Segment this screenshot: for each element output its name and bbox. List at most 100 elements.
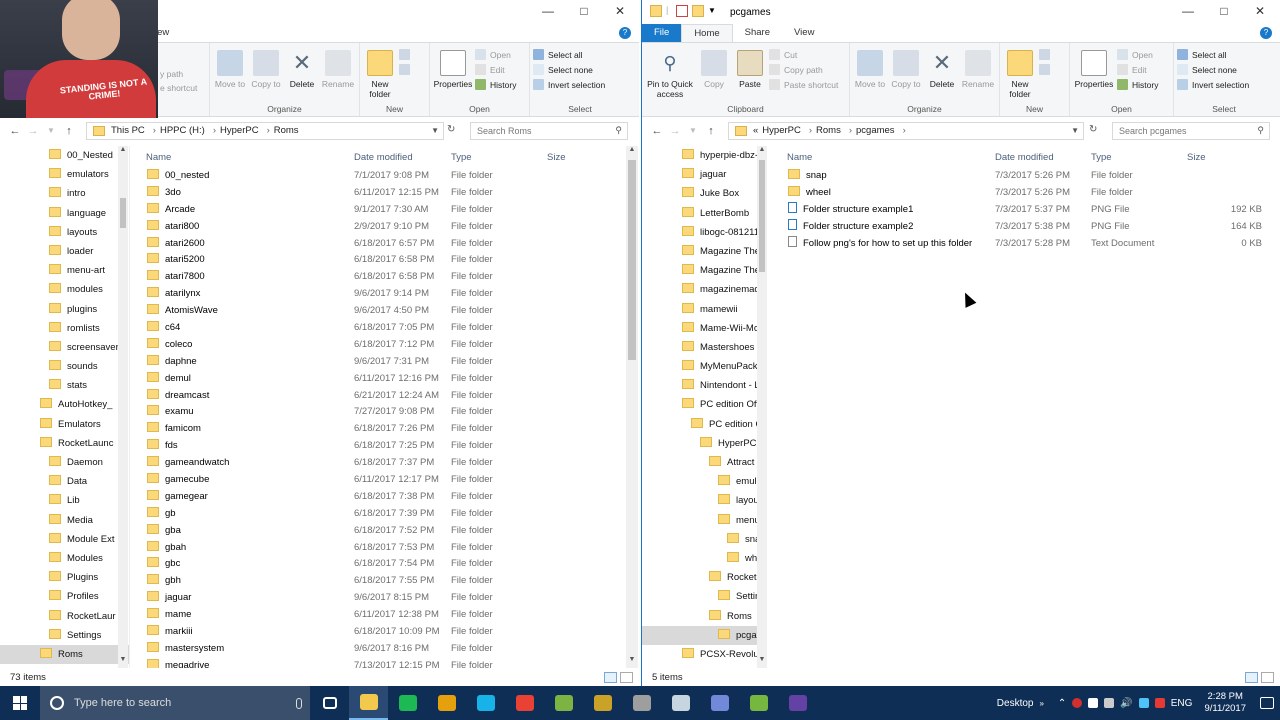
open-button[interactable]: Open: [1117, 49, 1158, 60]
easy-access-icon[interactable]: [399, 64, 410, 75]
file-row[interactable]: atari800 2/9/2017 9:10 PM File folder: [134, 219, 624, 236]
invert-selection-button[interactable]: Invert selection: [533, 79, 605, 90]
select-all-button[interactable]: Select all: [1177, 49, 1249, 60]
forward-icon[interactable]: →: [666, 125, 684, 137]
select-none-button[interactable]: Select none: [1177, 64, 1249, 75]
file-row[interactable]: examu 7/27/2017 9:08 PM File folder: [134, 404, 624, 421]
clock[interactable]: 2:28 PM 9/11/2017: [1204, 691, 1246, 715]
refresh-icon[interactable]: ↻: [447, 124, 455, 135]
address-bar[interactable]: This PC › HPPC (H:) › HyperPC › Roms ▼: [86, 121, 444, 140]
tab-home[interactable]: Home: [681, 24, 733, 42]
breadcrumb-hyperpc[interactable]: HyperPC: [762, 125, 801, 136]
file-row[interactable]: coleco 6/18/2017 7:12 PM File folder: [134, 337, 624, 354]
scroll-down-icon[interactable]: ▼: [118, 656, 128, 668]
task-view-taskbar-button[interactable]: [310, 686, 349, 720]
show-desktop-label[interactable]: Desktop: [997, 698, 1034, 709]
address-bar[interactable]: « HyperPC › Roms › pcgames › ▼: [728, 121, 1084, 140]
file-row[interactable]: Folder structure example2 7/3/2017 5:38 P…: [776, 218, 1276, 236]
tree-item[interactable]: Attract: [642, 453, 763, 472]
copy-path-button[interactable]: y path: [160, 69, 197, 79]
tree-item[interactable]: Nintendont - L: [642, 376, 763, 395]
tree-item[interactable]: jaguar: [642, 165, 763, 184]
tree-item[interactable]: loader: [0, 242, 129, 261]
tab-view[interactable]: View: [782, 24, 826, 42]
language-indicator[interactable]: ENG: [1171, 698, 1193, 709]
large-icons-view-icon[interactable]: [620, 672, 633, 683]
tab-share[interactable]: Share: [733, 24, 782, 42]
tree-item[interactable]: LetterBomb: [642, 204, 763, 223]
tree-item[interactable]: menu-art: [0, 261, 129, 280]
recent-dropdown-icon[interactable]: ▼: [42, 126, 60, 135]
tree-item[interactable]: Modules: [0, 549, 129, 568]
tree-item[interactable]: menu-a: [642, 511, 763, 530]
scroll-down-icon[interactable]: ▼: [757, 656, 767, 668]
tree-item[interactable]: emulato: [642, 472, 763, 491]
tree-item[interactable]: layouts: [642, 491, 763, 510]
tree-item[interactable]: Mastershoes E: [642, 338, 763, 357]
chrome-taskbar-button[interactable]: [505, 686, 544, 720]
tree-item[interactable]: Media: [0, 511, 129, 530]
tree-item[interactable]: 00_Nested: [0, 146, 129, 165]
file-scroll-thumb[interactable]: [628, 160, 636, 360]
cut-button[interactable]: Cut: [769, 49, 838, 60]
overflow-chevron-icon[interactable]: »: [1039, 699, 1043, 708]
app-taskbar-button[interactable]: [622, 686, 661, 720]
maximize-icon[interactable]: □: [1206, 4, 1242, 18]
tree-item[interactable]: plugins: [0, 300, 129, 319]
new-item-icon[interactable]: [1039, 49, 1050, 60]
start-button[interactable]: [0, 686, 40, 720]
file-row[interactable]: atari7800 6/18/2017 6:58 PM File folder: [134, 269, 624, 286]
tree-scroll-thumb[interactable]: [759, 160, 765, 272]
file-row[interactable]: gbah 6/18/2017 7:53 PM File folder: [134, 540, 624, 557]
mcafee-icon[interactable]: [1072, 698, 1083, 708]
file-row[interactable]: dreamcast 6/21/2017 12:24 AM File folder: [134, 388, 624, 405]
file-row[interactable]: famicom 6/18/2017 7:26 PM File folder: [134, 421, 624, 438]
large-icons-view-icon[interactable]: [1261, 672, 1274, 683]
customize-qat-icon[interactable]: ▼: [708, 5, 720, 17]
tree-item[interactable]: Juke Box: [642, 184, 763, 203]
tree-item[interactable]: Daemon: [0, 453, 129, 472]
paste-shortcut-button[interactable]: Paste shortcut: [769, 79, 838, 90]
breadcrumb-pcgames[interactable]: pcgames: [856, 125, 895, 136]
help-icon[interactable]: ?: [619, 27, 631, 39]
tree-item[interactable]: Roms: [0, 644, 129, 665]
select-all-button[interactable]: Select all: [533, 49, 605, 60]
column-date[interactable]: Date modified: [354, 152, 413, 163]
tree-item[interactable]: layouts: [0, 223, 129, 242]
file-row[interactable]: fds 6/18/2017 7:25 PM File folder: [134, 438, 624, 455]
tree-item[interactable]: PCSX-Revoluti: [642, 645, 763, 664]
maximize-icon[interactable]: □: [566, 4, 602, 18]
up-icon[interactable]: ↑: [702, 125, 720, 137]
tree-item[interactable]: Settings: [642, 587, 763, 606]
file-row[interactable]: Folder structure example1 7/3/2017 5:37 P…: [776, 201, 1276, 219]
tree-item[interactable]: libogc-081211: [642, 223, 763, 242]
tree-item[interactable]: modules: [0, 280, 129, 299]
file-row[interactable]: gbh 6/18/2017 7:55 PM File folder: [134, 573, 624, 590]
paste-shortcut-button[interactable]: e shortcut: [160, 83, 197, 93]
column-size[interactable]: Size: [1187, 152, 1205, 163]
scroll-up-icon[interactable]: ▲: [118, 146, 128, 158]
discord-taskbar-button[interactable]: [700, 686, 739, 720]
tree-item[interactable]: emulators: [0, 165, 129, 184]
file-row[interactable]: AtomisWave 9/6/2017 4:50 PM File folder: [134, 303, 624, 320]
tree-scrollbar[interactable]: ▲ ▼: [118, 146, 128, 668]
open-button[interactable]: Open: [475, 49, 516, 60]
close-icon[interactable]: ✕: [1242, 4, 1278, 18]
archive-taskbar-button[interactable]: [583, 686, 622, 720]
address-dropdown-icon[interactable]: ▼: [1071, 126, 1079, 135]
file-explorer-taskbar-button[interactable]: [349, 686, 388, 720]
column-type[interactable]: Type: [451, 152, 472, 163]
tree-item[interactable]: Lib: [0, 491, 129, 510]
tree-item[interactable]: RocketLau: [642, 568, 763, 587]
tree-item[interactable]: wheel: [642, 549, 763, 568]
invert-selection-button[interactable]: Invert selection: [1177, 79, 1249, 90]
tree-item[interactable]: Settings: [0, 626, 129, 645]
tree-item[interactable]: intro: [0, 184, 129, 203]
file-row[interactable]: daphne 9/6/2017 7:31 PM File folder: [134, 354, 624, 371]
tray-expand-icon[interactable]: ⌃: [1058, 698, 1066, 709]
help-icon[interactable]: ?: [1260, 27, 1272, 39]
utorrent-taskbar-button[interactable]: [739, 686, 778, 720]
minimize-icon[interactable]: —: [1170, 4, 1206, 18]
file-row[interactable]: gameandwatch 6/18/2017 7:37 PM File folder: [134, 455, 624, 472]
breadcrumb-drive[interactable]: HPPC (H:): [160, 125, 205, 136]
